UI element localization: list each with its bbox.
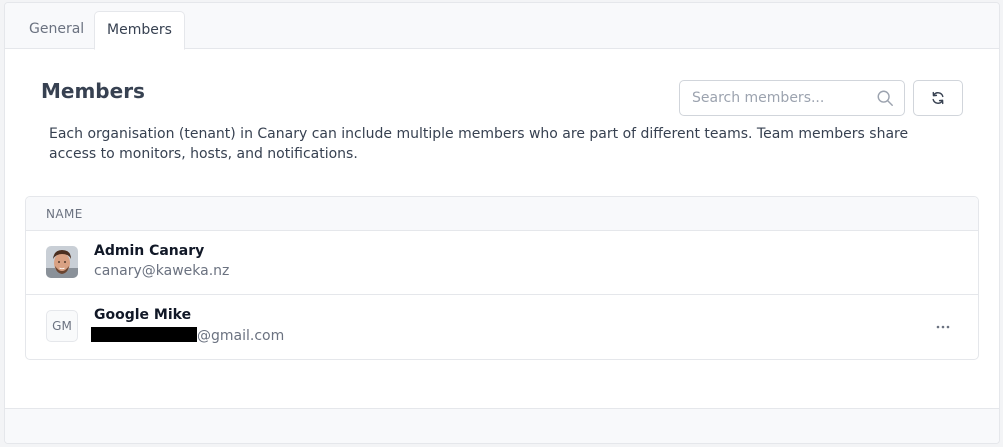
page-description: Each organisation (tenant) in Canary can… bbox=[49, 126, 909, 162]
refresh-icon bbox=[932, 91, 944, 105]
member-email: canary@kaweka.nz bbox=[94, 263, 230, 279]
panel-footer bbox=[5, 408, 999, 443]
redaction-block bbox=[91, 327, 197, 342]
row-actions-button[interactable] bbox=[930, 317, 956, 337]
table-row[interactable]: GM Google Mike @gmail.com bbox=[26, 295, 978, 359]
search-box[interactable] bbox=[679, 80, 905, 116]
tab-general[interactable]: General bbox=[17, 11, 96, 49]
member-name: Admin Canary bbox=[94, 243, 205, 259]
member-email-domain: @gmail.com bbox=[197, 328, 285, 344]
tab-bar: General Members bbox=[5, 3, 999, 50]
settings-panel: General Members Members Each organisatio… bbox=[4, 2, 1000, 444]
refresh-button[interactable] bbox=[913, 80, 963, 116]
ellipsis-icon bbox=[936, 325, 950, 329]
members-table: NAME Admin Canary canary@kaweka.nz GM Go… bbox=[25, 196, 979, 360]
search-icon[interactable] bbox=[876, 89, 894, 107]
column-header-name: NAME bbox=[26, 197, 978, 231]
search-input[interactable] bbox=[680, 81, 870, 115]
avatar-initials: GM bbox=[46, 310, 78, 342]
member-name: Google Mike bbox=[94, 307, 192, 323]
page-title: Members bbox=[41, 79, 145, 103]
member-email: @gmail.com bbox=[91, 327, 285, 344]
tab-members[interactable]: Members bbox=[94, 11, 185, 50]
table-row[interactable]: Admin Canary canary@kaweka.nz bbox=[26, 231, 978, 295]
avatar bbox=[46, 246, 78, 278]
